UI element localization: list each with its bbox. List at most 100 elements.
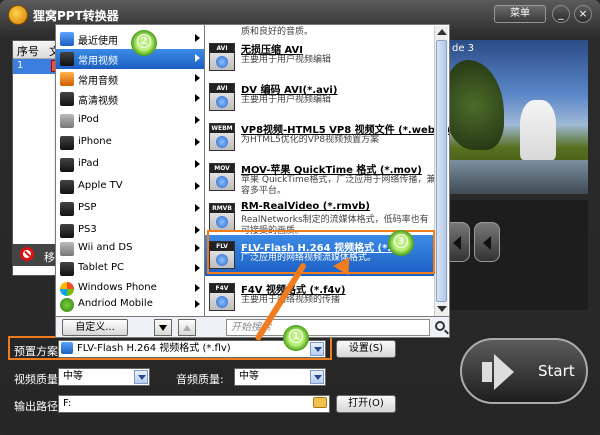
audio-quality-select[interactable]: 中等 [234,368,326,386]
menu-item-apple-tv[interactable]: Apple TV [56,177,204,197]
format-item-dv-avi[interactable]: AVI DV 编码 AVI(*.avi) 主要用于用户视频编辑 [205,77,437,118]
step-marker-1: 1 [283,325,309,351]
apple-tv-icon [60,180,74,194]
preset-category-menu[interactable]: 最近使用 常用视频 常用音频 高清视频 iPod iPhone iPad App… [55,24,205,317]
output-path-value: F: [63,398,72,409]
remove-icon[interactable] [20,247,34,261]
menu-item-psp[interactable]: PSP [56,199,204,219]
menu-item-label: PS3 [78,224,97,235]
format-thumb-label: WEBM [210,124,234,133]
format-title: VP8视频-HTML5 VP8 视频文件 (*.webm) [241,125,450,136]
format-item-webm[interactable]: WEBM VP8视频-HTML5 VP8 视频文件 (*.webm) 为HTML… [205,117,449,158]
menu-item-recent[interactable]: 最近使用 [56,29,204,49]
menu-item-common-audio[interactable]: 常用音频 [56,69,204,89]
submenu-scrollbar[interactable] [434,26,448,316]
output-path-input[interactable]: F: [58,395,330,413]
format-title: 无损压缩 AVI [241,45,304,56]
audio-icon [60,72,74,86]
format-thumb-label: RMVB [210,204,234,213]
chevron-right-icon [195,160,200,168]
custom-button-label: 自定义... [75,322,115,333]
format-description: 苹果 QuickTime格式，广泛应用于网络传播，兼容多平台。 [241,175,436,196]
menu-item-label: iPhone [78,136,112,147]
scroll-up-icon[interactable] [437,29,447,35]
chevron-right-icon [195,244,200,252]
format-title: DV 编码 AVI(*.avi) [241,85,338,96]
column-header-index[interactable]: 序号 [17,43,39,59]
marker-number: 1 [289,329,303,343]
scroll-down-icon[interactable] [437,306,447,312]
video-quality-label: 视频质量: [14,373,62,386]
format-description: 主要用于网络视频的传播 [241,295,341,305]
menu-item-label: Apple TV [78,180,123,191]
close-button[interactable]: × [574,5,592,23]
folder-icon[interactable] [313,397,327,408]
quicktime-icon [216,176,228,188]
iphone-icon [60,136,74,150]
audio-quality-label: 音频质量: [176,373,224,386]
chevron-right-icon [195,116,200,124]
video-quality-select[interactable]: 中等 [58,368,150,386]
scroll-up-button[interactable] [178,319,196,336]
menu-item-ipod[interactable]: iPod [56,111,204,131]
menu-item-iphone[interactable]: iPhone [56,133,204,153]
chevron-right-icon [195,300,200,308]
menu-item-common-video[interactable]: 常用视频 [56,49,204,69]
row-index: 1 [17,60,24,71]
menu-item-label: Wii and DS [78,242,133,253]
format-item-lossless-avi[interactable]: AVI 无损压缩 AVI 主要用于用户视频编辑 [205,37,437,78]
open-button-label: 打开(O) [348,398,384,409]
menu-item-android[interactable]: Andriod Mobile [56,295,204,315]
menu-item-hd-video[interactable]: 高清视频 [56,89,204,109]
format-description: 主要用于用户视频编辑 [241,55,332,65]
chevron-right-icon [195,284,200,292]
output-path-label: 输出路径: [14,400,62,413]
marker-number: 2 [137,34,151,48]
menu-item-label: 最近使用 [78,36,118,47]
format-item-f4v[interactable]: F4V F4V 视频格式 (*.f4v) 主要用于网络视频的传播 [205,277,437,316]
open-button[interactable]: 打开(O) [336,395,396,413]
wii-icon [60,242,74,256]
scroll-down-button[interactable] [154,319,172,336]
chevron-down-icon[interactable] [134,370,148,384]
menu-item-ps3[interactable]: PS3 [56,221,204,241]
avi-format-icon: AVI [209,43,235,71]
move-label[interactable]: 移 [44,249,55,265]
start-button[interactable]: Start [460,338,588,404]
ipad-icon [60,158,74,172]
custom-button[interactable]: 自定义... [62,319,128,336]
couple-shape [520,100,556,160]
close-icon: × [578,7,588,20]
search-icon[interactable] [435,321,445,331]
menu-item-tablet[interactable]: Tablet PC [56,259,204,279]
f4v-format-icon: F4V [209,283,235,311]
menu-item-ipad[interactable]: iPad [56,155,204,175]
settings-button[interactable]: 设置(S) [336,340,396,358]
menu-item-wii[interactable]: Wii and DS [56,239,204,259]
format-thumb-label: MOV [210,164,234,173]
chevron-down-icon[interactable] [310,370,324,384]
minimize-icon: _ [558,7,564,20]
app-title: 狸窝PPT转换器 [33,9,119,23]
psp-icon [60,202,74,216]
chevron-right-icon [195,34,200,42]
film-icon [216,296,228,308]
start-label: Start [538,362,575,380]
chevron-right-icon [195,226,200,234]
menu-bottom-bar: 自定义... 开始搜索 [55,316,450,338]
video-quality-value: 中等 [63,371,83,382]
rewind-button[interactable] [474,222,500,262]
film-icon [216,136,228,148]
avi-format-icon: AVI [209,83,235,111]
menu-item-label: iPad [78,158,99,169]
ipod-icon [60,114,74,128]
format-item-mov[interactable]: MOV MOV-苹果 QuickTime 格式 (*.mov) 苹果 Quick… [205,157,437,198]
minimize-button[interactable]: _ [552,5,570,23]
app-logo-icon [8,5,28,25]
scroll-thumb[interactable] [436,40,447,302]
tree-shape [444,60,504,150]
menu-button[interactable]: 菜单 [494,5,546,23]
chevron-right-icon [195,204,200,212]
tablet-icon [60,262,74,276]
chevron-right-icon [195,138,200,146]
